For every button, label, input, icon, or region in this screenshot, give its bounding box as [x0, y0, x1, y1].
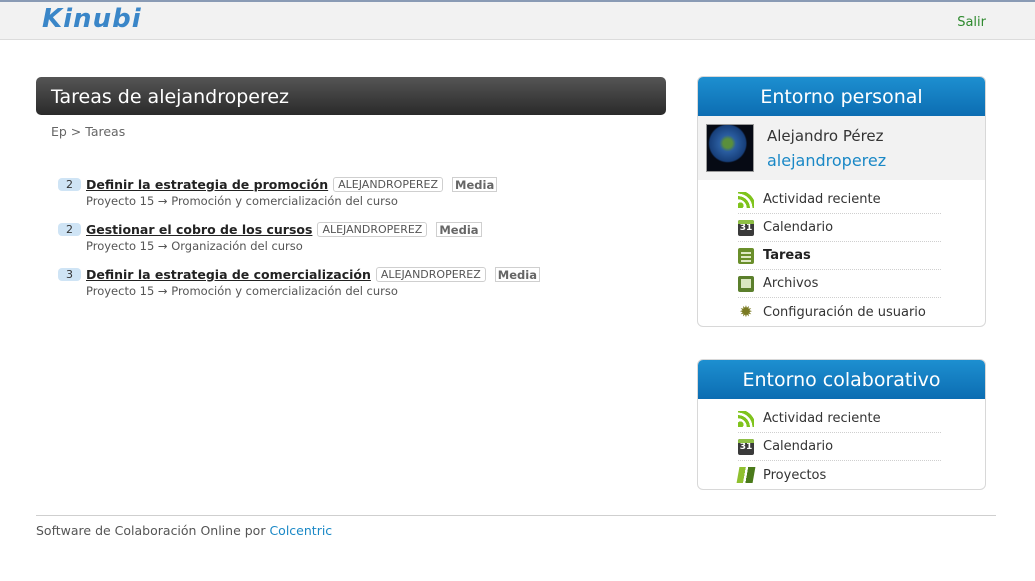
colcentric-link[interactable]: Colcentric	[269, 523, 332, 538]
task-item: 2 Definir la estrategia de promoción ALE…	[58, 175, 658, 220]
task-assignee-tag[interactable]: ALEJANDROPEREZ	[317, 221, 428, 237]
footer-text: Software de Colaboración Online por	[36, 523, 270, 538]
task-item: 3 Definir la estrategia de comercializac…	[58, 265, 658, 310]
menu-item-label: Calendario	[763, 439, 834, 454]
menu-item-label: Configuración de usuario	[763, 304, 926, 320]
personal-menu-user-settings[interactable]: ✹ Configuración de usuario	[738, 298, 941, 326]
breadcrumb: Ep > Tareas	[51, 124, 126, 139]
task-title-link[interactable]: Definir la estrategia de promoción	[86, 177, 328, 192]
task-count-badge: 2	[58, 222, 81, 236]
task-title-link[interactable]: Gestionar el cobro de los cursos	[86, 222, 312, 237]
task-priority-tag: Media	[494, 266, 540, 282]
personal-menu: Actividad reciente 31 Calendario Tareas …	[698, 180, 985, 326]
footer: Software de Colaboración Online por Colc…	[36, 515, 996, 538]
collab-panel-title: Entorno colaborativo	[698, 360, 985, 399]
personal-environment-panel: Entorno personal Alejandro Pérez alejand…	[697, 76, 986, 327]
menu-item-label: Actividad reciente	[763, 192, 881, 207]
gear-icon: ✹	[739, 302, 753, 321]
menu-item-label: Proyectos	[763, 467, 827, 483]
kinubi-logo[interactable]: Kinubi	[42, 4, 142, 34]
projects-icon	[736, 467, 756, 483]
task-title-link[interactable]: Definir la estrategia de comercializació…	[86, 267, 371, 282]
tasks-icon	[738, 247, 754, 264]
personal-menu-calendar[interactable]: 31 Calendario	[738, 214, 941, 242]
task-count-badge: 3	[58, 267, 81, 281]
collab-menu: Actividad reciente 31 Calendario Proyect…	[698, 399, 985, 489]
avatar[interactable]	[706, 124, 754, 172]
page-title: Tareas de alejandroperez	[36, 77, 666, 115]
task-assignee-tag[interactable]: ALEJANDROPEREZ	[375, 266, 486, 282]
task-item: 2 Gestionar el cobro de los cursos ALEJA…	[58, 220, 658, 265]
rss-icon	[738, 410, 754, 427]
task-priority-tag: Media	[436, 221, 482, 237]
task-count-badge: 2	[58, 177, 81, 191]
personal-panel-title: Entorno personal	[698, 77, 985, 116]
collab-menu-calendar[interactable]: 31 Calendario	[738, 433, 941, 461]
rss-icon	[738, 191, 754, 208]
personal-menu-files[interactable]: Archivos	[738, 270, 941, 298]
collaborative-environment-panel: Entorno colaborativo Actividad reciente …	[697, 359, 986, 490]
menu-item-label: Tareas	[763, 248, 811, 263]
task-project-path: Proyecto 15 → Promoción y comercializaci…	[86, 194, 398, 208]
task-project-path: Proyecto 15 → Promoción y comercializaci…	[86, 284, 398, 298]
task-priority-tag: Media	[452, 176, 498, 192]
task-assignee-tag[interactable]: ALEJANDROPEREZ	[333, 176, 444, 192]
calendar-icon: 31	[738, 438, 754, 455]
top-bar: Kinubi Salir	[0, 0, 1035, 40]
user-full-name: Alejandro Pérez	[767, 127, 884, 145]
personal-menu-tasks[interactable]: Tareas	[738, 242, 941, 270]
task-project-path: Proyecto 15 → Organización del curso	[86, 239, 303, 253]
user-profile: Alejandro Pérez alejandroperez	[698, 116, 985, 180]
username-link[interactable]: alejandroperez	[767, 151, 886, 170]
personal-menu-recent-activity[interactable]: Actividad reciente	[738, 186, 941, 214]
task-list: 2 Definir la estrategia de promoción ALE…	[58, 175, 658, 310]
logout-link[interactable]: Salir	[957, 15, 986, 30]
collab-menu-projects[interactable]: Proyectos	[736, 461, 941, 489]
files-icon	[738, 275, 754, 292]
menu-item-label: Archivos	[763, 276, 819, 291]
menu-item-label: Calendario	[763, 220, 834, 235]
collab-menu-recent-activity[interactable]: Actividad reciente	[738, 405, 941, 433]
calendar-icon: 31	[738, 219, 754, 236]
menu-item-label: Actividad reciente	[763, 411, 881, 426]
